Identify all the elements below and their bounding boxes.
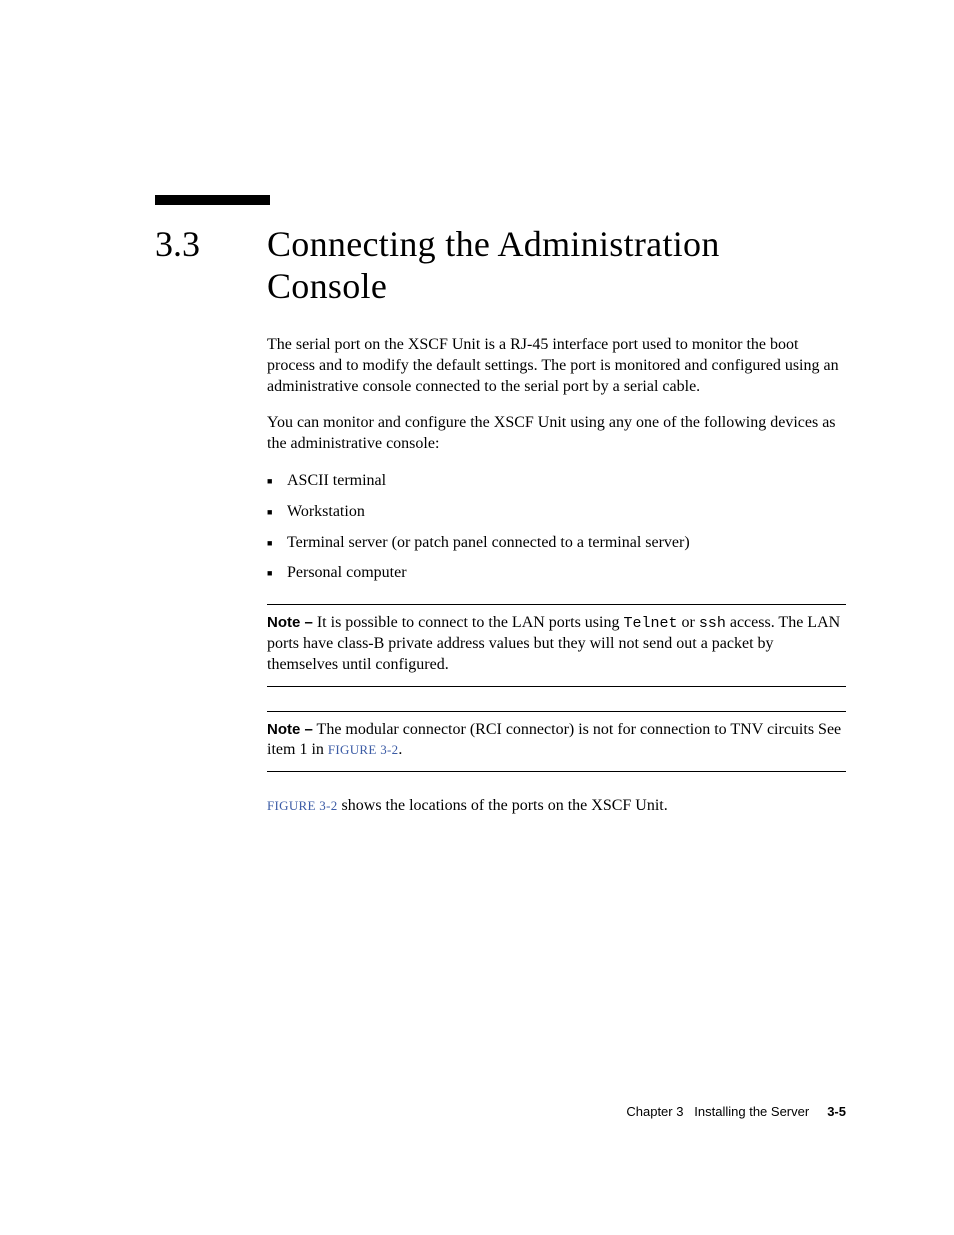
- page-footer: Chapter 3 Installing the Server 3-5: [626, 1104, 846, 1119]
- paragraph-text: shows the locations of the ports on the …: [338, 797, 668, 814]
- list-item: ASCII terminal: [267, 471, 846, 492]
- figure-link[interactable]: FIGURE 3-2: [328, 742, 399, 757]
- note-text: It is possible to connect to the LAN por…: [313, 614, 624, 631]
- list-item: Personal computer: [267, 563, 846, 584]
- mono-text: Telnet: [623, 615, 677, 632]
- list-item: Terminal server (or patch panel connecte…: [267, 533, 846, 554]
- note-text: or: [678, 614, 699, 631]
- mono-text: ssh: [699, 615, 726, 632]
- heading-bar: [155, 195, 270, 205]
- paragraph-2: You can monitor and configure the XSCF U…: [267, 413, 846, 455]
- note-label: Note –: [267, 721, 313, 738]
- footer-title: Installing the Server: [694, 1104, 809, 1119]
- body-content: The serial port on the XSCF Unit is a RJ…: [267, 335, 846, 817]
- note-label: Note –: [267, 614, 313, 631]
- note-block-1: Note – It is possible to connect to the …: [267, 604, 846, 686]
- paragraph-1: The serial port on the XSCF Unit is a RJ…: [267, 335, 846, 397]
- bullet-list: ASCII terminal Workstation Terminal serv…: [267, 471, 846, 584]
- section-title: Connecting the Administration Console: [267, 223, 846, 307]
- paragraph-3: FIGURE 3-2 shows the locations of the po…: [267, 796, 846, 817]
- note-block-2: Note – The modular connector (RCI connec…: [267, 711, 846, 773]
- section-heading: 3.3 Connecting the Administration Consol…: [155, 223, 846, 307]
- footer-chapter: Chapter 3: [626, 1104, 683, 1119]
- note-text: .: [398, 741, 402, 758]
- section-number: 3.3: [155, 223, 267, 265]
- list-item: Workstation: [267, 502, 846, 523]
- figure-link[interactable]: FIGURE 3-2: [267, 798, 338, 813]
- footer-page-number: 3-5: [827, 1104, 846, 1119]
